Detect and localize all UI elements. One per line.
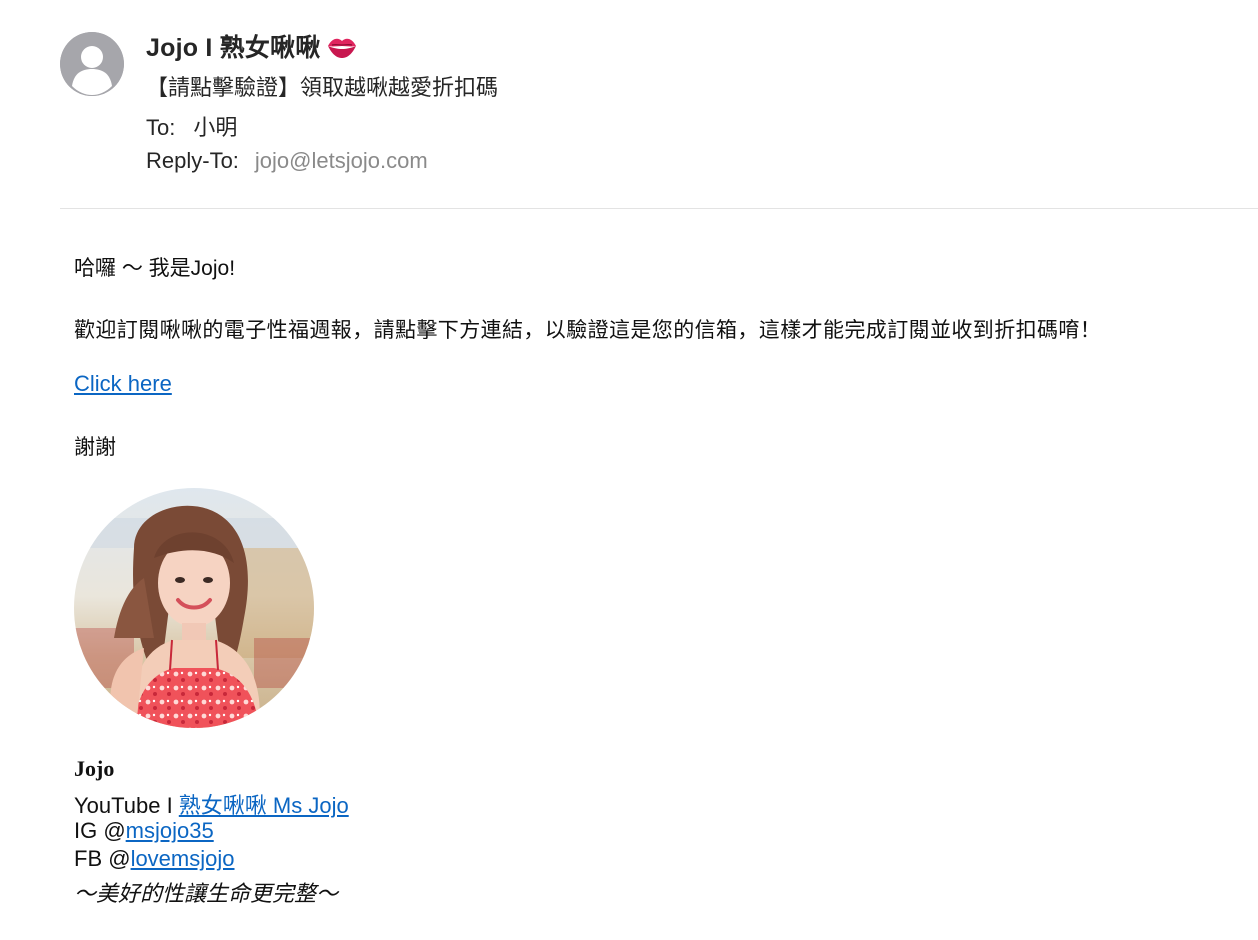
reply-to-label: Reply-To: [146,148,239,173]
facebook-link[interactable]: lovemsjojo [131,846,235,871]
fb-prefix: FB @ [74,846,131,871]
sender-avatar-icon[interactable] [60,32,124,96]
email-subject: 【請點擊驗證】領取越啾越愛折扣碼 [146,75,499,100]
to-label: To: [146,115,176,140]
signature-facebook: FB @lovemsjojo [74,846,235,872]
signature-instagram: IG @msjojo35 [74,818,214,844]
signature-motto: ～美好的性讓生命更完整～ [74,881,339,906]
sender-name: Jojo I 熟女啾啾 [146,28,358,67]
reply-to-address[interactable]: jojo@letsjojo.com [255,148,428,173]
youtube-link[interactable]: 熟女啾啾 Ms Jojo [179,793,349,818]
sender-name-text: Jojo I 熟女啾啾 [146,34,321,62]
to-recipient[interactable]: 小明 [193,115,237,140]
signature-name: Jojo [74,756,115,781]
ig-prefix: IG @ [74,818,126,843]
youtube-prefix: YouTube I [74,793,179,818]
verify-link[interactable]: Click here [74,371,172,397]
signature-youtube: YouTube I 熟女啾啾 Ms Jojo [74,788,349,820]
header-divider [60,208,1258,209]
instagram-link[interactable]: msjojo35 [126,818,214,843]
greeting-text: 哈囉 ～ 我是Jojo! [74,257,236,280]
intro-paragraph: 歡迎訂閱啾啾的電子性福週報，請點擊下方連結，以驗證這是您的信箱，這樣才能完成訂閱… [74,319,1102,342]
email-header: Jojo I 熟女啾啾 【請點擊驗證】領取越啾越愛折扣碼 To: 小明 Reply… [0,0,1258,210]
thanks-text: 謝謝 [74,436,116,459]
to-row: To: 小明 [146,110,237,142]
profile-photo [74,488,314,728]
kiss-lips-icon [326,34,358,67]
reply-to-row: Reply-To: jojo@letsjojo.com [146,148,428,174]
